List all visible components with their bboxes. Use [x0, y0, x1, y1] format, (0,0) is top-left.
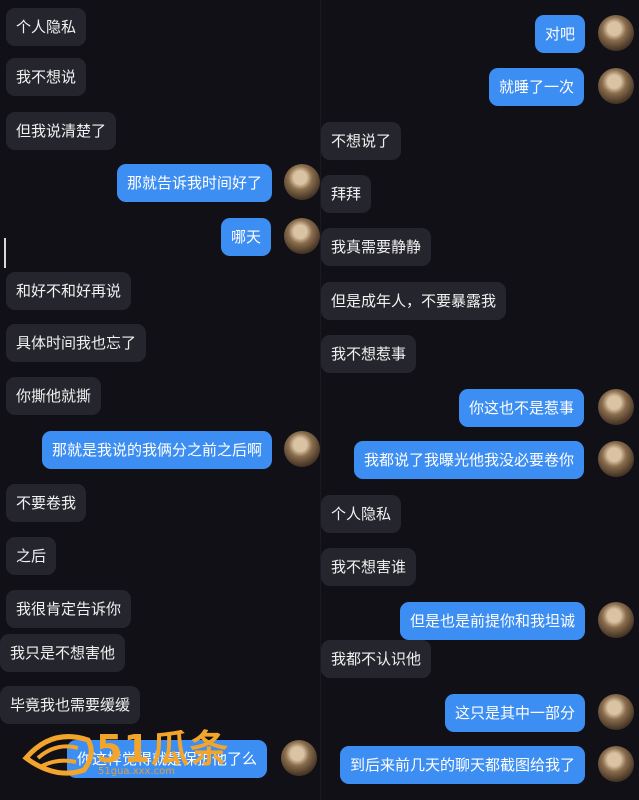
- message-received[interactable]: 个人隐私: [321, 495, 402, 533]
- avatar[interactable]: [598, 68, 634, 104]
- message-received[interactable]: 我真需要静静: [321, 228, 432, 266]
- message-sent[interactable]: 那就是我说的我俩分之前之后啊: [42, 431, 273, 469]
- watermark-text: 51瓜条: [96, 727, 229, 771]
- avatar[interactable]: [598, 441, 634, 477]
- right-chat-panel: 对吧 就睡了一次 不想说了 拜拜 我真需要静静 但是成年人，不要暴露我 我不想惹…: [321, 0, 639, 800]
- message-received[interactable]: 具体时间我也忘了: [6, 324, 147, 362]
- message-received[interactable]: 但是成年人，不要暴露我: [321, 282, 507, 320]
- message-received[interactable]: 个人隐私: [6, 8, 87, 46]
- message-received[interactable]: 不想说了: [321, 122, 402, 160]
- watermark-url: 51gua.xxx.com: [98, 766, 176, 777]
- message-received[interactable]: 但我说清楚了: [6, 112, 117, 150]
- avatar[interactable]: [284, 431, 320, 467]
- text-cursor: [4, 238, 6, 268]
- message-sent[interactable]: 但是也是前提你和我坦诚: [400, 602, 586, 640]
- message-sent[interactable]: 我都说了我曝光他我没必要卷你: [354, 441, 585, 479]
- message-received[interactable]: 你撕他就撕: [6, 377, 102, 415]
- avatar[interactable]: [598, 15, 634, 51]
- message-sent[interactable]: 对吧: [535, 15, 586, 53]
- message-sent[interactable]: 到后来前几天的聊天都截图给我了: [340, 746, 586, 784]
- message-received[interactable]: 我不想惹事: [321, 335, 417, 373]
- message-sent[interactable]: 这只是其中一部分: [445, 694, 586, 732]
- message-received[interactable]: 我很肯定告诉你: [6, 590, 132, 628]
- avatar[interactable]: [284, 218, 320, 254]
- message-received[interactable]: 我只是不想害他: [0, 634, 126, 672]
- message-received[interactable]: 拜拜: [321, 175, 372, 213]
- avatar[interactable]: [598, 746, 634, 782]
- message-received[interactable]: 不要卷我: [6, 484, 87, 522]
- avatar[interactable]: [598, 389, 634, 425]
- avatar[interactable]: [598, 694, 634, 730]
- message-sent[interactable]: 那就告诉我时间好了: [117, 164, 273, 202]
- message-received[interactable]: 之后: [6, 537, 57, 575]
- message-sent[interactable]: 就睡了一次: [489, 68, 585, 106]
- message-received[interactable]: 和好不和好再说: [6, 272, 132, 310]
- left-chat-panel: 个人隐私 我不想说 但我说清楚了 那就告诉我时间好了 哪天 和好不和好再说 具体…: [0, 0, 321, 800]
- message-sent[interactable]: 你这也不是惹事: [459, 389, 585, 427]
- avatar[interactable]: [598, 602, 634, 638]
- avatar[interactable]: [284, 164, 320, 200]
- message-received[interactable]: 我不想说: [6, 58, 87, 96]
- message-sent[interactable]: 哪天: [221, 218, 272, 256]
- avatar[interactable]: [281, 740, 317, 776]
- message-received[interactable]: 我不想害谁: [321, 548, 417, 586]
- message-received[interactable]: 我都不认识他: [321, 640, 432, 678]
